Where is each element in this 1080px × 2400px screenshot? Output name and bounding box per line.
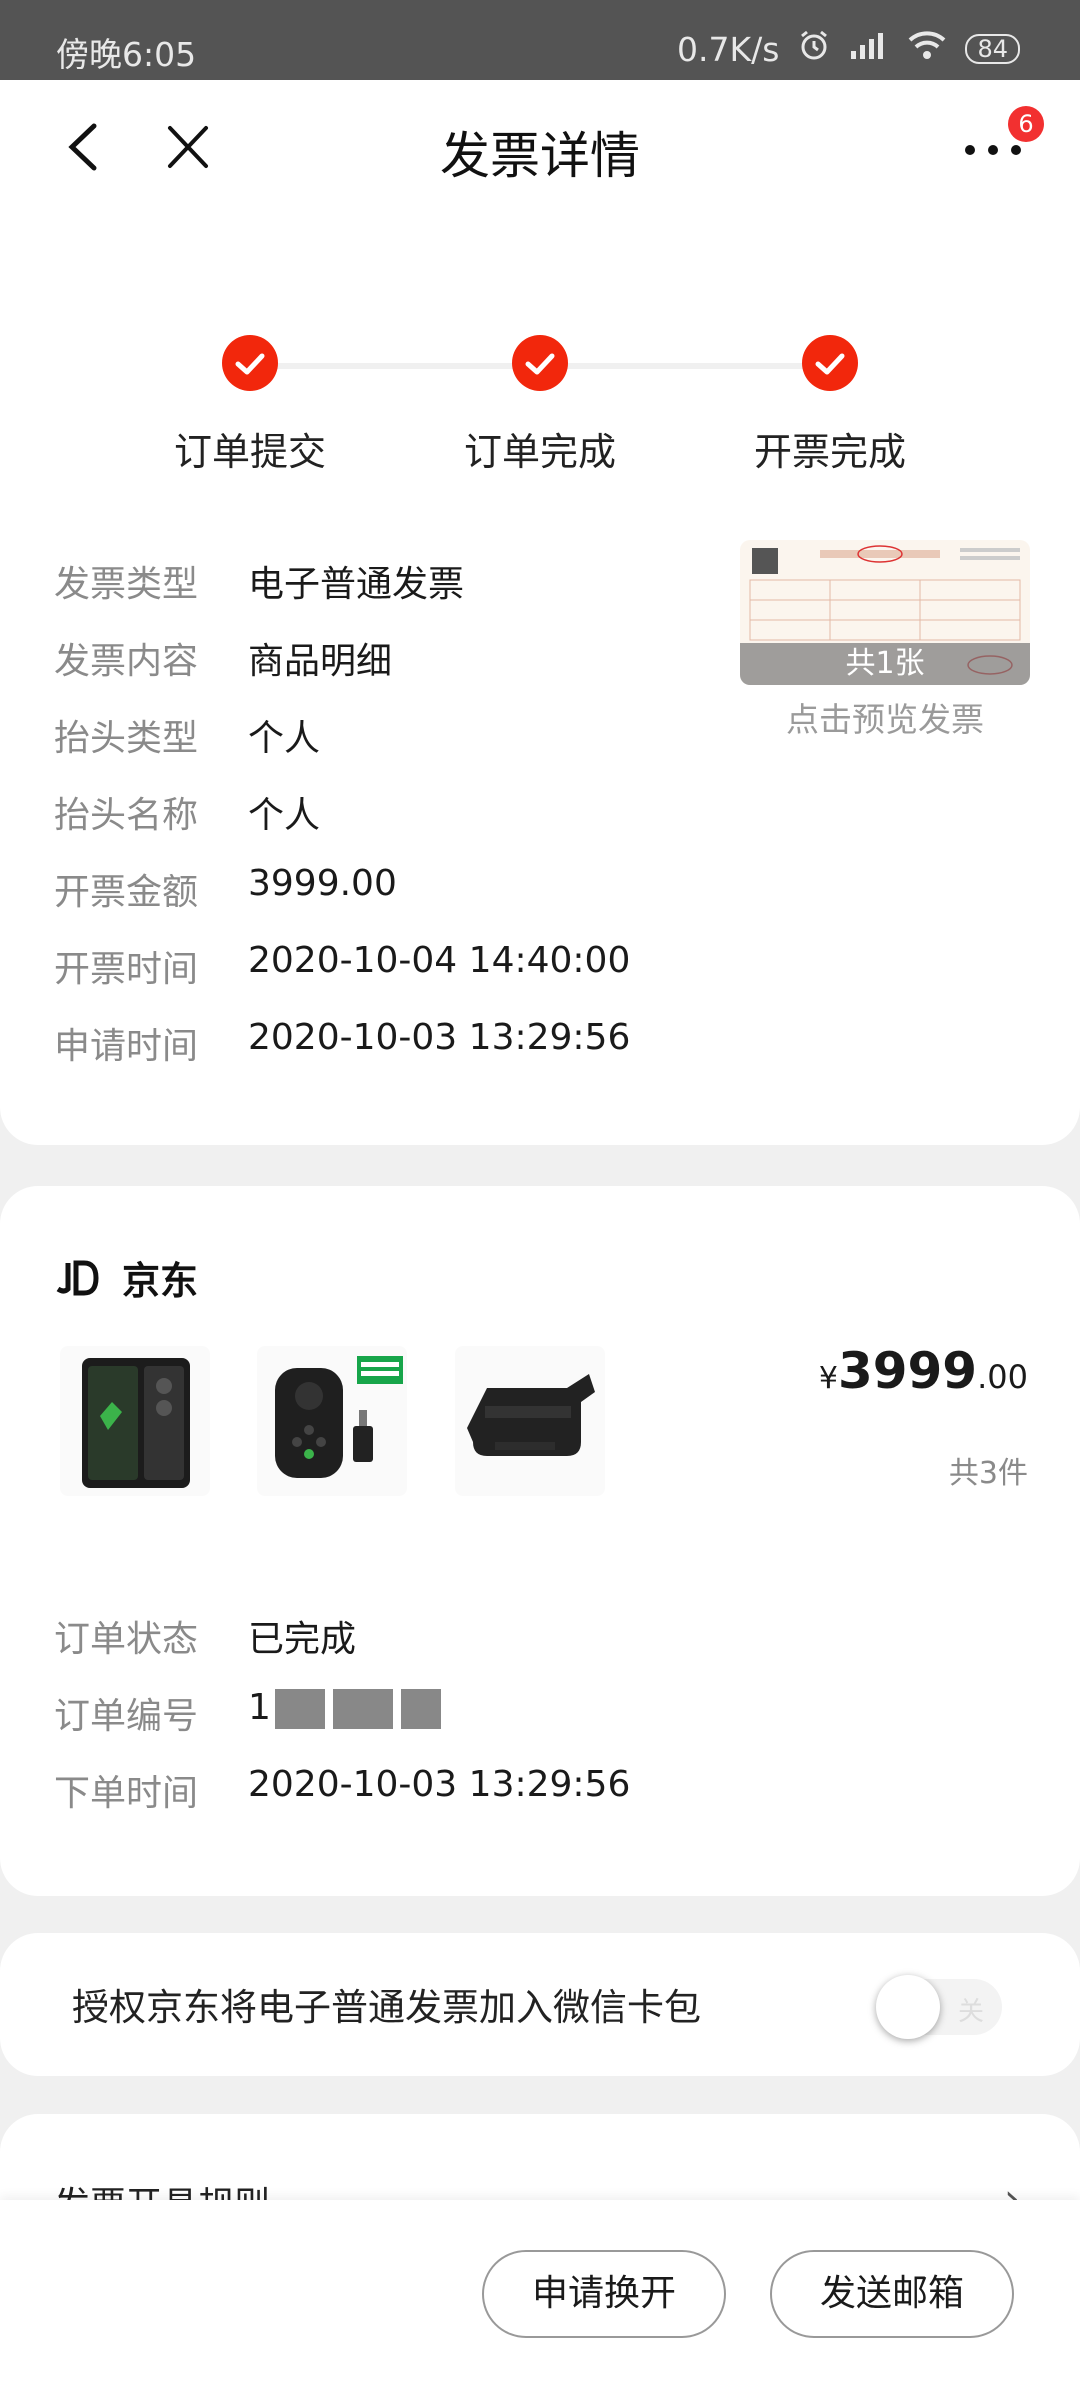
step-order-completed: 订单完成	[415, 335, 665, 476]
toggle-state-label: 关	[957, 1997, 984, 2027]
status-time: 傍晚6:05	[56, 35, 197, 74]
check-icon	[222, 335, 278, 391]
redaction-block	[332, 1689, 393, 1729]
alarm-icon	[797, 28, 831, 70]
redaction-block	[400, 1689, 441, 1729]
info-value: 电子普通发票	[248, 564, 465, 605]
wechat-auth-toggle[interactable]: 关	[876, 1975, 1002, 2039]
step-invoice-issued: 开票完成	[705, 335, 955, 476]
order-price: ¥3999.00	[819, 1342, 1028, 1400]
wifi-icon	[907, 29, 947, 69]
jd-logo-icon	[56, 1260, 99, 1295]
product-image-phone[interactable]	[60, 1346, 210, 1496]
wechat-card-auth: 授权京东将电子普通发票加入微信卡包 关	[0, 1933, 1080, 2076]
info-key: 订单状态	[54, 1619, 199, 1660]
step-order-submitted: 订单提交	[125, 335, 375, 476]
product-image-controller[interactable]	[257, 1346, 407, 1496]
status-bar: 傍晚6:05 0.7K/s 84	[0, 0, 1080, 80]
check-icon	[512, 335, 568, 391]
preview-invoice-link[interactable]: 点击预览发票	[740, 693, 1030, 741]
send-email-button[interactable]: 发送邮箱	[770, 2250, 1014, 2338]
progress-steps: 订单提交 订单完成 开票完成	[0, 275, 1080, 474]
info-key: 抬头类型	[54, 718, 199, 759]
invoice-info-card: 订单提交 订单完成 开票完成 发票类型 电子普通发票 发票内容 商品明细 抬头类…	[0, 215, 1080, 1145]
shop-name: 京东	[122, 1259, 199, 1303]
wechat-auth-label: 授权京东将电子普通发票加入微信卡包	[72, 1986, 701, 2029]
info-value: 个人	[248, 718, 321, 759]
notification-badge: 6	[1008, 106, 1044, 142]
info-value: 已完成	[248, 1619, 357, 1660]
product-image-phone-holder[interactable]	[455, 1346, 605, 1496]
info-value: 2020-10-03 13:29:56	[248, 1764, 631, 1805]
order-card: 京东 ¥3999.00 共3件 订单状态 已完成 订单编号 1 下单时间 202…	[0, 1186, 1080, 1896]
info-key: 申请时间	[54, 1026, 199, 1067]
step-label: 订单完成	[463, 430, 616, 474]
bottom-action-bar: 申请换开 发送邮箱	[0, 2200, 1080, 2400]
network-speed: 0.7K/s	[677, 29, 780, 69]
info-key: 订单编号	[54, 1696, 199, 1737]
price-currency: ¥	[818, 1361, 838, 1396]
nav-bar: 发票详情 6	[0, 80, 1080, 215]
toggle-knob	[876, 1975, 940, 2039]
preview-count: 共1张	[740, 643, 1030, 685]
status-icons: 0.7K/s 84	[677, 28, 1020, 70]
signal-icon	[849, 30, 889, 69]
info-value: 3999.00	[248, 863, 397, 904]
order-number-redacted: 1	[248, 1687, 445, 1729]
page-title: 发票详情	[440, 127, 640, 185]
battery-indicator: 84	[965, 34, 1020, 64]
info-value: 2020-10-03 13:29:56	[248, 1017, 631, 1058]
info-key: 发票类型	[54, 564, 199, 605]
invoice-preview-thumbnail[interactable]: 共1张	[740, 540, 1030, 685]
info-value: 个人	[248, 795, 321, 836]
reissue-invoice-button[interactable]: 申请换开	[482, 2250, 726, 2338]
info-key: 发票内容	[54, 641, 199, 682]
info-value: 商品明细	[248, 641, 393, 682]
redaction-block	[274, 1689, 325, 1729]
step-label: 订单提交	[173, 430, 326, 474]
info-key: 开票金额	[54, 872, 199, 913]
check-icon	[802, 335, 858, 391]
info-value: 2020-10-04 14:40:00	[248, 940, 631, 981]
item-quantity: 共3件	[948, 1456, 1028, 1491]
info-key: 开票时间	[54, 949, 199, 990]
step-label: 开票完成	[753, 430, 906, 474]
order-number-visible: 1	[248, 1687, 271, 1728]
shop-header[interactable]: 京东	[54, 1250, 198, 1305]
price-decimal: .00	[977, 1358, 1028, 1396]
info-key: 下单时间	[54, 1773, 199, 1814]
info-key: 抬头名称	[54, 795, 199, 836]
price-integer: 3999	[837, 1342, 978, 1400]
